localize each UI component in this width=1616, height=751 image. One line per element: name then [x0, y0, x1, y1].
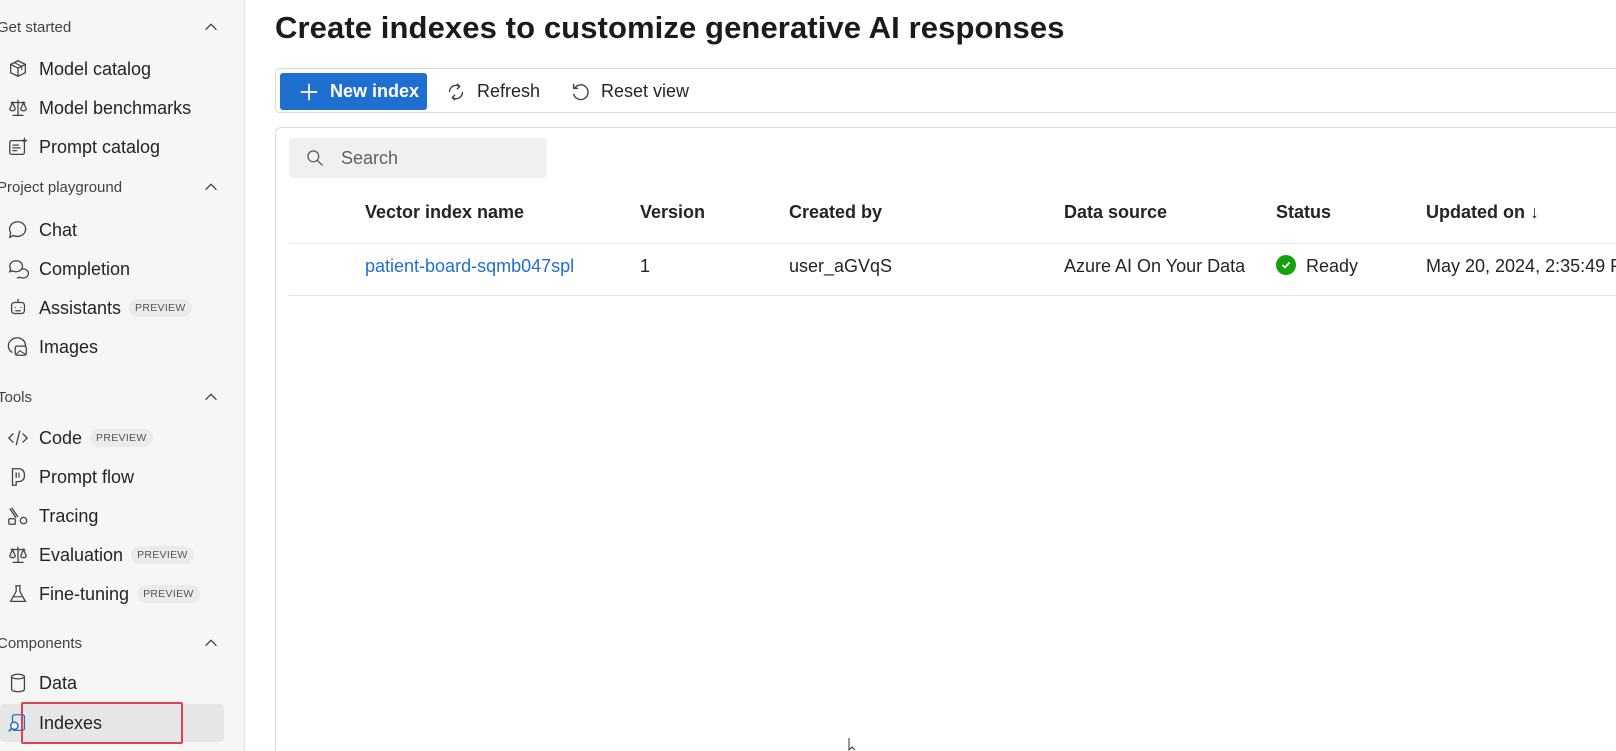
- index-list-panel: Vector index name Version Created by Dat…: [275, 127, 1616, 751]
- status-label: Ready: [1306, 256, 1359, 276]
- sidebar-item-code[interactable]: Code PREVIEW: [0, 419, 224, 457]
- column-header-data-source[interactable]: Data source: [1064, 202, 1167, 223]
- preview-badge: PREVIEW: [137, 585, 200, 603]
- prompt-sparkle-icon: [7, 136, 29, 158]
- refresh-icon: [448, 82, 464, 101]
- sidebar-item-label: Images: [39, 336, 99, 357]
- new-index-label: New index: [330, 81, 420, 101]
- status-cell: Ready: [1276, 255, 1359, 277]
- section-title: Get started: [0, 18, 72, 36]
- sidebar-item-model-catalog[interactable]: Model catalog: [0, 50, 224, 88]
- refresh-label: Refresh: [477, 81, 541, 101]
- bot-icon: [7, 297, 29, 319]
- sidebar-item-label: Tracing: [39, 505, 99, 526]
- chevron-up-icon[interactable]: [202, 18, 220, 36]
- sidebar-item-label: Prompt flow: [39, 466, 135, 487]
- section-tools[interactable]: Tools: [0, 382, 224, 412]
- code-icon: [7, 427, 29, 449]
- sidebar-item-label: Code: [39, 427, 83, 448]
- image-icon: [7, 336, 29, 358]
- sidebar-item-label: Assistants: [39, 297, 122, 318]
- section-project-playground[interactable]: Project playground: [0, 172, 224, 202]
- search-input[interactable]: [339, 146, 533, 170]
- page-title: Create indexes to customize generative A…: [275, 10, 1065, 45]
- sidebar-item-assistants[interactable]: Assistants PREVIEW: [0, 289, 224, 327]
- sidebar-item-label: Model benchmarks: [39, 97, 192, 118]
- reset-icon: [572, 83, 589, 100]
- database-icon: [7, 672, 29, 694]
- column-header-name[interactable]: Vector index name: [365, 202, 524, 223]
- column-header-updated-on[interactable]: Updated on ↓: [1426, 202, 1539, 223]
- preview-badge: PREVIEW: [90, 429, 153, 447]
- sidebar-item-label: Model catalog: [39, 58, 152, 79]
- row-divider: [289, 295, 1616, 296]
- tracing-icon: [7, 505, 29, 527]
- created-by-cell: user_aGVqS: [789, 256, 893, 276]
- beaker-icon: [7, 583, 29, 605]
- chat-icon: [7, 219, 29, 241]
- section-title: Components: [0, 634, 83, 652]
- preview-badge: PREVIEW: [129, 299, 192, 317]
- sidebar-item-label: Evaluation: [39, 544, 124, 565]
- sidebar-item-model-benchmarks[interactable]: Model benchmarks: [0, 89, 224, 127]
- updated-on-cell: May 20, 2024, 2:35:49 PM: [1426, 256, 1616, 276]
- flow-icon: [7, 466, 29, 488]
- search-icon: [307, 150, 323, 166]
- version-cell: 1: [640, 256, 651, 276]
- header-divider: [289, 243, 1616, 244]
- chevron-up-icon[interactable]: [202, 388, 220, 406]
- search-box[interactable]: [289, 138, 547, 178]
- reset-view-button[interactable]: Reset view: [569, 73, 689, 110]
- plus-icon: [300, 83, 318, 100]
- section-title: Project playground: [0, 178, 123, 196]
- cube-icon: [7, 58, 29, 80]
- sidebar-item-tracing[interactable]: Tracing: [0, 497, 224, 535]
- new-index-button[interactable]: New index: [280, 73, 427, 110]
- sidebar-item-label: Chat: [39, 219, 78, 240]
- sidebar-item-prompt-flow[interactable]: Prompt flow: [0, 458, 224, 496]
- command-bar: New index Refresh Reset view: [275, 68, 1616, 113]
- sidebar-item-label: Fine-tuning: [39, 583, 130, 604]
- column-header-version[interactable]: Version: [640, 202, 705, 223]
- preview-badge: PREVIEW: [131, 546, 194, 564]
- column-header-created-by[interactable]: Created by: [789, 202, 882, 223]
- section-get-started[interactable]: Get started: [0, 12, 224, 42]
- mouse-cursor-icon: [848, 738, 856, 751]
- sidebar-item-prompt-catalog[interactable]: Prompt catalog: [0, 128, 224, 166]
- refresh-button[interactable]: Refresh: [445, 73, 540, 110]
- column-header-status[interactable]: Status: [1276, 202, 1331, 223]
- sidebar-item-label: Prompt catalog: [39, 136, 161, 157]
- sidebar-item-data[interactable]: Data: [0, 664, 224, 702]
- sidebar: Get started Model catalog Model benchmar…: [0, 0, 245, 751]
- data-source-cell: Azure AI On Your Data: [1064, 256, 1246, 276]
- reset-view-label: Reset view: [601, 81, 690, 101]
- sidebar-item-images[interactable]: Images: [0, 328, 224, 366]
- sidebar-item-fine-tuning[interactable]: Fine-tuning PREVIEW: [0, 575, 224, 613]
- section-title: Tools: [0, 388, 33, 406]
- sidebar-item-label: Data: [39, 672, 78, 693]
- chevron-up-icon[interactable]: [202, 634, 220, 652]
- sidebar-item-label: Completion: [39, 258, 131, 279]
- index-name-link[interactable]: patient-board-sqmb047spl: [365, 256, 574, 277]
- highlight-annotation: [21, 702, 183, 744]
- chevron-up-icon[interactable]: [202, 178, 220, 196]
- sidebar-item-evaluation[interactable]: Evaluation PREVIEW: [0, 536, 224, 574]
- sidebar-item-chat[interactable]: Chat: [0, 211, 224, 249]
- section-components[interactable]: Components: [0, 628, 224, 658]
- scale-icon: [7, 544, 29, 566]
- scale-icon: [7, 97, 29, 119]
- checkmark-circle-icon: [1276, 255, 1296, 276]
- completion-chat-icon: [7, 258, 29, 280]
- sidebar-item-completion[interactable]: Completion: [0, 250, 224, 288]
